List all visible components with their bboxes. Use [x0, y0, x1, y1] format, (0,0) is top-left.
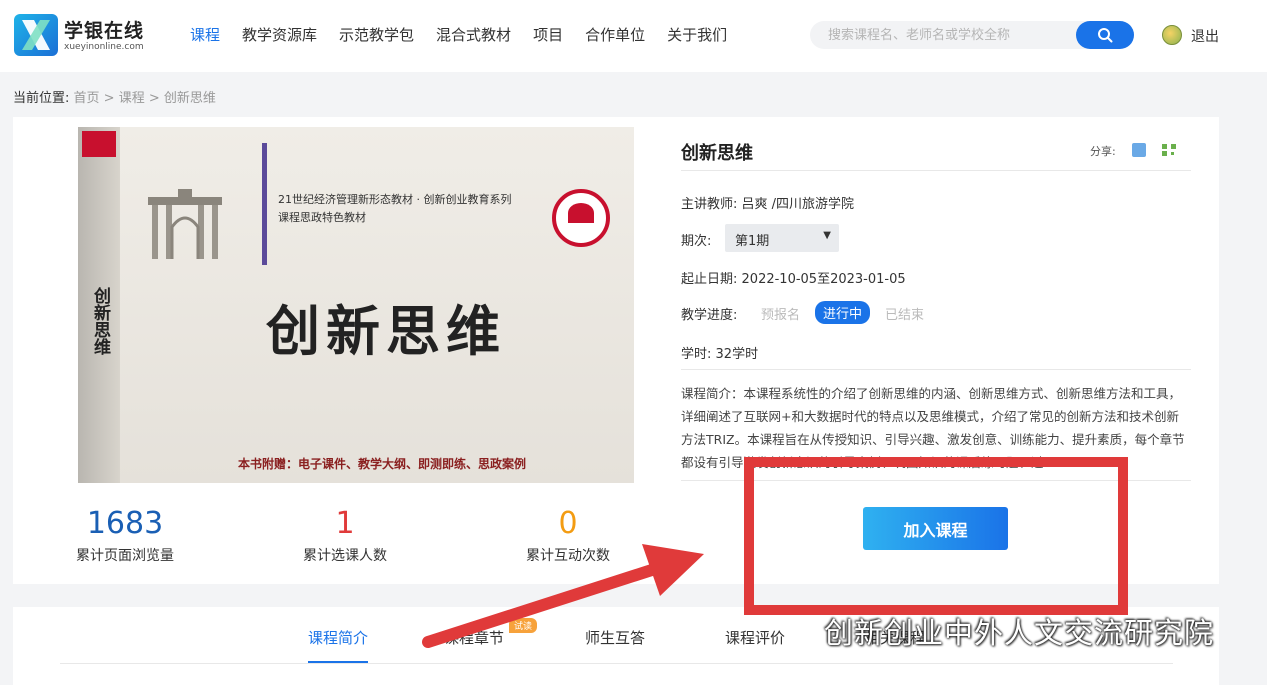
breadcrumb-current: 创新思维 [163, 91, 216, 106]
red-arrow-icon [422, 544, 704, 648]
logo-url: xueyinonline.com [64, 42, 144, 52]
divider [681, 170, 1191, 171]
caret-down-icon: ▼ [823, 230, 831, 241]
publisher-logo [82, 131, 116, 157]
search-icon [1098, 28, 1113, 43]
cover-bottom-text: 本书附赠：电子课件、教学大纲、即测即练、思政案例 [238, 457, 527, 471]
dates-row: 起止日期: 2022-10-05至2023-01-05 [681, 268, 906, 287]
main-nav: 课程 教学资源库 示范教学包 混合式教材 项目 合作单位 关于我们 [190, 24, 749, 45]
cover-accent-bar [262, 143, 267, 265]
share-label: 分享: [1090, 145, 1116, 158]
emblem-seal-icon [552, 189, 610, 247]
nav-item-about[interactable]: 关于我们 [667, 24, 727, 45]
wechat-icon [780, 616, 816, 645]
tab-course-intro[interactable]: 课程简介 [308, 627, 368, 648]
divider [681, 369, 1191, 370]
course-cover-image: 创新思维 21世纪经济管理新形态教材 · 创新创业教育系列 课程思政特色教材 创… [78, 127, 634, 483]
stat-page-views: 1683 累计页面浏览量 [25, 507, 225, 565]
breadcrumb-separator: > [144, 91, 164, 106]
cover-subseries-line: 课程思政特色教材 [278, 211, 366, 224]
book-front: 21世纪经济管理新形态教材 · 创新创业教育系列 课程思政特色教材 创新思维 本… [120, 127, 634, 483]
stat-page-views-value: 1683 [86, 506, 164, 541]
stage-in-progress-badge: 进行中 [815, 301, 871, 324]
highlight-box [744, 457, 1128, 615]
cover-series-text: 21世纪经济管理新形态教材 · 创新创业教育系列 课程思政特色教材 [278, 191, 512, 227]
dates-label: 起止日期: [681, 272, 738, 287]
stat-page-views-label: 累计页面浏览量 [76, 548, 174, 564]
breadcrumb: 当前位置: 首页 > 课程 > 创新思维 [13, 87, 216, 106]
gate-illustration-icon [148, 189, 222, 259]
share-qrcode-icon[interactable] [1161, 143, 1177, 157]
period-value: 第1期 [735, 234, 770, 249]
stage-ended: 已结束 [885, 308, 925, 323]
dates-value: 2022-10-05至2023-01-05 [741, 272, 906, 287]
breadcrumb-courses[interactable]: 课程 [119, 91, 145, 106]
teacher-label: 主讲教师: [681, 197, 738, 212]
nav-item-partners[interactable]: 合作单位 [585, 24, 645, 45]
book-spine: 创新思维 [78, 127, 120, 483]
stat-interactions-value: 0 [558, 506, 578, 541]
nav-item-blended-textbooks[interactable]: 混合式教材 [436, 24, 511, 45]
site-logo[interactable]: 学银在线 xueyinonline.com [14, 12, 164, 58]
stage-pre-enroll: 预报名 [761, 308, 801, 323]
watermark: 创新创业中外人文交流研究院 [780, 610, 1214, 652]
nav-item-courses[interactable]: 课程 [190, 24, 220, 45]
nav-item-resources[interactable]: 教学资源库 [242, 24, 317, 45]
tab-reviews[interactable]: 课程评价 [725, 627, 785, 648]
search-button[interactable] [1076, 21, 1134, 49]
breadcrumb-label: 当前位置: [13, 91, 70, 106]
hours-row: 学时: 32学时 [681, 343, 758, 362]
stat-enrolled-value: 1 [335, 506, 355, 541]
logo-x-icon [14, 14, 58, 56]
nav-item-demo-packs[interactable]: 示范教学包 [339, 24, 414, 45]
top-header: 学银在线 xueyinonline.com 课程 教学资源库 示范教学包 混合式… [0, 0, 1267, 72]
search-input[interactable] [828, 26, 1068, 44]
spine-title: 创新思维 [90, 287, 110, 355]
search-bar [810, 21, 1134, 49]
share-phone-icon[interactable] [1132, 143, 1146, 157]
hours-value: 32学时 [715, 347, 759, 362]
logout-link[interactable]: 退出 [1191, 26, 1219, 46]
progress-label: 教学进度: [681, 308, 738, 323]
nav-item-projects[interactable]: 项目 [533, 24, 563, 45]
teacher-row: 主讲教师: 吕爽 /四川旅游学院 [681, 193, 854, 212]
teacher-name: 吕爽 /四川旅游学院 [741, 197, 855, 212]
logo-name: 学银在线 [64, 20, 145, 42]
stat-enrolled-label: 累计选课人数 [303, 548, 387, 564]
watermark-text: 创新创业中外人文交流研究院 [824, 616, 1215, 650]
user-avatar[interactable] [1162, 25, 1182, 45]
breadcrumb-separator: > [99, 91, 119, 106]
hours-label: 学时: [681, 347, 712, 362]
stat-enrolled: 1 累计选课人数 [245, 507, 445, 565]
cover-series-line: 21世纪经济管理新形态教材 · 创新创业教育系列 [278, 193, 512, 206]
period-label: 期次: [681, 234, 712, 249]
divider [60, 663, 1173, 664]
cover-title: 创新思维 [266, 299, 506, 363]
period-select[interactable]: 第1期 ▼ [725, 224, 839, 252]
course-title: 创新思维 [681, 143, 753, 164]
breadcrumb-home[interactable]: 首页 [74, 91, 100, 106]
